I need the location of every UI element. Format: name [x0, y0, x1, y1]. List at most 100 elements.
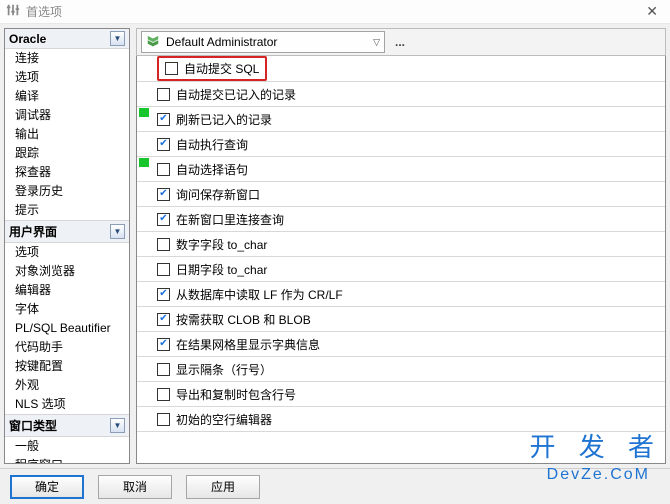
checkbox[interactable]: [157, 88, 170, 101]
option-row[interactable]: 自动选择语句: [137, 157, 665, 182]
row-marker: [139, 133, 149, 156]
checkbox[interactable]: [157, 313, 170, 326]
option-row[interactable]: 自动提交已记入的记录: [137, 82, 665, 107]
checkbox[interactable]: [157, 263, 170, 276]
sidebar-item[interactable]: 连接: [5, 49, 129, 68]
sidebar-section-window[interactable]: 窗口类型 ▼: [5, 414, 129, 437]
sidebar-item[interactable]: 程序窗口: [5, 456, 129, 464]
row-marker: [139, 308, 149, 331]
option-row[interactable]: 导出和复制时包含行号: [137, 382, 665, 407]
row-marker: [139, 233, 149, 256]
option-label: 自动提交 SQL: [184, 60, 259, 77]
option-label: 数字字段 to_char: [176, 236, 267, 253]
row-marker: [139, 333, 149, 356]
admin-dropdown[interactable]: Default Administrator ▽: [141, 31, 385, 53]
sidebar-item[interactable]: 输出: [5, 125, 129, 144]
sidebar-section-ui[interactable]: 用户界面 ▼: [5, 220, 129, 243]
title-bar: 首选项 ✕: [0, 0, 670, 24]
option-label: 在新窗口里连接查询: [176, 211, 284, 228]
option-row[interactable]: 询问保存新窗口: [137, 182, 665, 207]
row-marker: [139, 283, 149, 306]
checkbox[interactable]: [157, 138, 170, 151]
checkbox[interactable]: [157, 338, 170, 351]
option-label: 导出和复制时包含行号: [176, 386, 296, 403]
row-marker: [139, 108, 149, 131]
checkbox[interactable]: [157, 413, 170, 426]
row-marker: [139, 57, 149, 80]
row-marker: [139, 408, 149, 431]
option-label: 在结果网格里显示字典信息: [176, 336, 320, 353]
sidebar-item[interactable]: 选项: [5, 243, 129, 262]
checkbox[interactable]: [157, 188, 170, 201]
checkbox[interactable]: [157, 213, 170, 226]
chevron-down-icon[interactable]: ▼: [110, 418, 125, 433]
checkbox[interactable]: [157, 238, 170, 251]
sidebar-item[interactable]: 对象浏览器: [5, 262, 129, 281]
chevron-down-icon[interactable]: ▼: [110, 31, 125, 46]
option-row[interactable]: 自动执行查询: [137, 132, 665, 157]
row-marker: [139, 383, 149, 406]
option-label: 日期字段 to_char: [176, 261, 267, 278]
option-row[interactable]: 从数据库中读取 LF 作为 CR/LF: [137, 282, 665, 307]
close-icon[interactable]: ✕: [640, 3, 664, 20]
option-label: 刷新已记入的记录: [176, 111, 272, 128]
options-list: 自动提交 SQL 自动提交已记入的记录刷新已记入的记录自动执行查询自动选择语句询问…: [136, 56, 666, 464]
sidebar-item[interactable]: 编辑器: [5, 281, 129, 300]
sidebar: Oracle ▼ 连接 选项 编译 调试器 输出 跟踪 探查器 登录历史 提示 …: [4, 28, 130, 464]
sidebar-item[interactable]: 选项: [5, 68, 129, 87]
option-row[interactable]: 按需获取 CLOB 和 BLOB: [137, 307, 665, 332]
apply-button[interactable]: 应用: [186, 475, 260, 499]
sidebar-item[interactable]: NLS 选项: [5, 395, 129, 414]
watermark: 开 发 者: [530, 427, 662, 464]
sidebar-item[interactable]: PL/SQL Beautifier: [5, 319, 129, 338]
option-label: 显示隔条（行号）: [176, 361, 272, 378]
watermark-url: DevZe.CoM: [547, 466, 650, 484]
option-label: 自动选择语句: [176, 161, 248, 178]
option-label: 自动提交已记入的记录: [176, 86, 296, 103]
option-row[interactable]: 在结果网格里显示字典信息: [137, 332, 665, 357]
cancel-button[interactable]: 取消: [98, 475, 172, 499]
checkbox[interactable]: [157, 288, 170, 301]
option-row[interactable]: 日期字段 to_char: [137, 257, 665, 282]
option-label: 初始的空行编辑器: [176, 411, 272, 428]
chevron-down-icon: ▽: [373, 37, 380, 48]
checkbox[interactable]: [157, 363, 170, 376]
row-marker: [139, 183, 149, 206]
sidebar-item[interactable]: 按键配置: [5, 357, 129, 376]
option-row[interactable]: 显示隔条（行号）: [137, 357, 665, 382]
row-marker: [139, 83, 149, 106]
sidebar-item[interactable]: 提示: [5, 201, 129, 220]
more-button[interactable]: ...: [389, 35, 411, 49]
database-icon: [146, 35, 160, 49]
sidebar-item[interactable]: 外观: [5, 376, 129, 395]
sidebar-section-oracle[interactable]: Oracle ▼: [5, 29, 129, 49]
checkbox[interactable]: [165, 62, 178, 75]
sidebar-item[interactable]: 编译: [5, 87, 129, 106]
window-title: 首选项: [26, 3, 62, 20]
option-row[interactable]: 数字字段 to_char: [137, 232, 665, 257]
option-row[interactable]: 在新窗口里连接查询: [137, 207, 665, 232]
checkbox[interactable]: [157, 388, 170, 401]
sidebar-item[interactable]: 代码助手: [5, 338, 129, 357]
sidebar-item[interactable]: 跟踪: [5, 144, 129, 163]
toolbar: Default Administrator ▽ ...: [136, 28, 666, 56]
admin-label: Default Administrator: [166, 35, 277, 49]
row-marker: [139, 358, 149, 381]
option-label: 从数据库中读取 LF 作为 CR/LF: [176, 286, 343, 303]
option-row[interactable]: 刷新已记入的记录: [137, 107, 665, 132]
checkbox[interactable]: [157, 113, 170, 126]
row-marker: [139, 158, 149, 181]
sidebar-item[interactable]: 字体: [5, 300, 129, 319]
sidebar-item[interactable]: 探查器: [5, 163, 129, 182]
checkbox[interactable]: [157, 163, 170, 176]
option-row[interactable]: 自动提交 SQL: [137, 56, 665, 82]
sidebar-item[interactable]: 登录历史: [5, 182, 129, 201]
chevron-down-icon[interactable]: ▼: [110, 224, 125, 239]
sidebar-item[interactable]: 调试器: [5, 106, 129, 125]
settings-icon: [6, 3, 20, 20]
row-marker: [139, 208, 149, 231]
ok-button[interactable]: 确定: [10, 475, 84, 499]
sidebar-item[interactable]: 一般: [5, 437, 129, 456]
row-marker: [139, 258, 149, 281]
option-label: 询问保存新窗口: [176, 186, 260, 203]
